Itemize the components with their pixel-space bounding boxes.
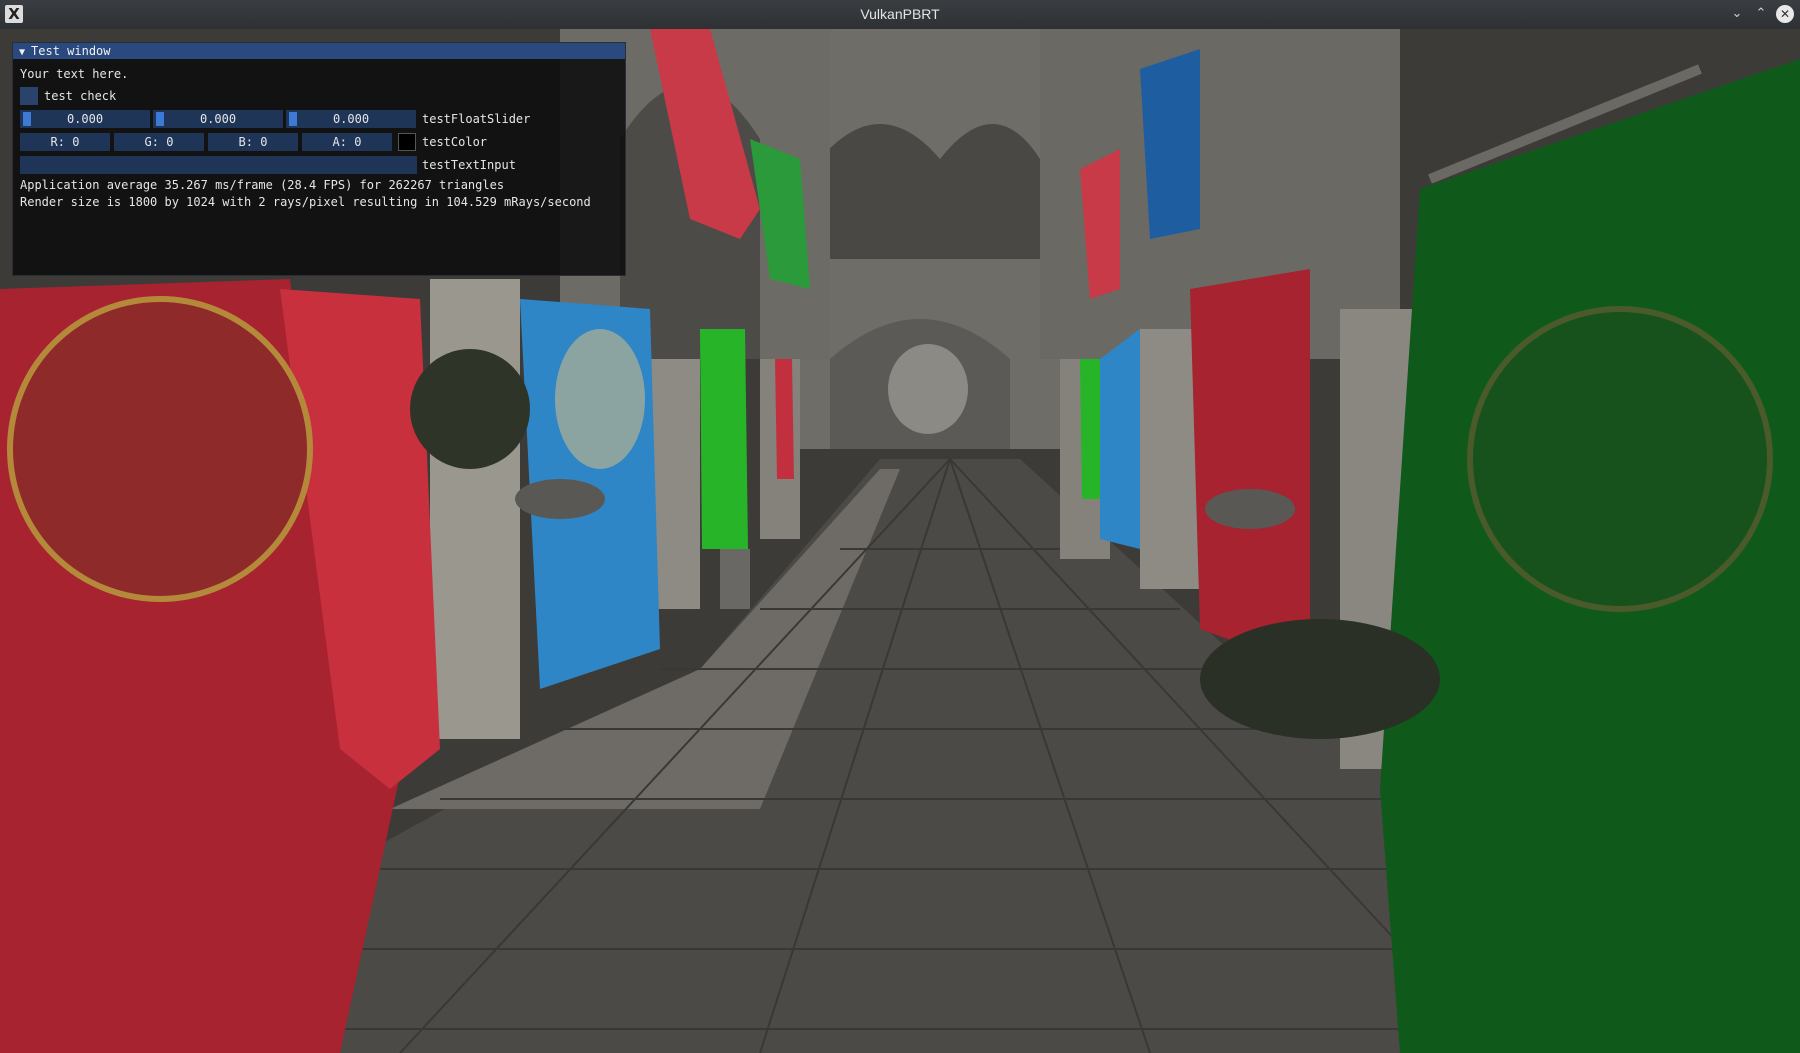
ivy-left [410,349,530,469]
text-input-field[interactable] [20,156,417,174]
maximize-icon[interactable]: ⌃ [1752,5,1770,23]
banner-upper-blue [1140,49,1200,239]
imgui-test-window[interactable]: ▼ Test window Your text here. test check … [12,42,626,276]
test-check-label: test check [44,89,117,103]
stats-render-size: Render size is 1800 by 1024 with 2 rays/… [20,195,591,209]
float-slider-x[interactable]: 0.000 [20,110,150,128]
slider-grab[interactable] [289,112,297,126]
test-check-checkbox[interactable] [20,87,38,105]
hanging-lamp-left [515,479,605,519]
slider-grab[interactable] [156,112,164,126]
banner-red-small [775,359,794,479]
color-g-field[interactable]: G: 0 [114,133,204,151]
banner-medallion-right [1467,306,1773,612]
banner-green-left [700,329,748,549]
collapse-arrow-icon[interactable]: ▼ [19,45,25,61]
slider-grab[interactable] [23,112,31,126]
far-arch-right [940,124,1040,259]
color-b-field[interactable]: B: 0 [208,133,298,151]
stats-frame-time: Application average 35.267 ms/frame (28.… [20,178,505,192]
color-swatch[interactable] [398,133,416,151]
window-title: VulkanPBRT [860,6,940,22]
float-slider-z[interactable]: 0.000 [286,110,416,128]
far-arch-left [820,124,940,259]
imgui-title: Test window [31,44,111,58]
planter-left [720,549,750,609]
banner-green-right-small [1080,359,1100,499]
lion-head-relief [888,344,968,434]
color-a-field[interactable]: A: 0 [302,133,392,151]
color-r-field[interactable]: R: 0 [20,133,110,151]
banner-red-right [1190,269,1310,669]
window-titlebar: X VulkanPBRT ⌄ ⌃ ✕ [0,0,1800,30]
float-slider-label: testFloatSlider [422,112,531,126]
banner-blue-right [1100,329,1140,549]
hanging-lamp-right [1205,489,1295,529]
float-slider-y[interactable]: 0.000 [153,110,283,128]
ivy-right [1200,619,1440,739]
banner-blue-emblem [555,329,645,469]
render-viewport[interactable]: ▼ Test window Your text here. test check … [0,29,1800,1053]
close-icon[interactable]: ✕ [1776,5,1794,23]
banner-medallion-left [7,296,313,602]
left-column-1 [430,279,520,739]
imgui-title-bar[interactable]: ▼ Test window [13,43,625,59]
text-input-label: testTextInput [422,158,516,172]
minimize-icon[interactable]: ⌄ [1728,5,1746,23]
imgui-static-text: Your text here. [20,67,129,81]
color-label: testColor [422,135,488,149]
